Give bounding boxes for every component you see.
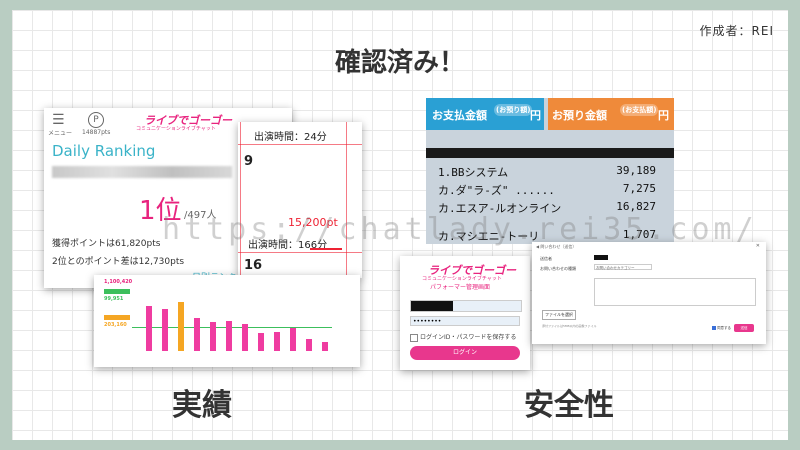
sender-redacted: [594, 255, 608, 260]
chart-bar: [178, 301, 184, 351]
message-textarea[interactable]: [594, 278, 756, 306]
label-safety: 安全性: [524, 388, 614, 423]
chart-value-orange: 203,160: [104, 322, 127, 328]
password-input[interactable]: ••••••••: [410, 316, 520, 326]
label-results: 実績: [172, 388, 232, 423]
calendar-screenshot: 出演時間：24分 9 15,200pt 出演時間：166分 16: [238, 122, 362, 278]
close-icon[interactable]: ✕: [756, 243, 760, 249]
sender-label: 送信者: [540, 256, 552, 261]
file-select-button[interactable]: ファイルを選択: [542, 310, 576, 320]
green-badge: [104, 289, 130, 294]
login-screenshot: ライブでゴーゴー コミュニケーションライブチャット パフォーマー管理画面 •••…: [400, 256, 530, 370]
red-underline: [310, 248, 342, 250]
brand-sub-logo: コミュニケーションライブチャット: [136, 126, 216, 132]
inquiry-type-select[interactable]: お問い合わせカテゴリー: [594, 264, 652, 270]
chart-bar: [258, 333, 264, 351]
author-credit: 作成者：REI: [699, 24, 774, 38]
login-id-input[interactable]: [410, 300, 522, 312]
inquiry-form-screenshot: ◀ 問い合わせ（送信） ✕ 送信者 お問い合わせの種類 お問い合わせカテゴリー …: [532, 242, 766, 344]
slide: 作成者：REI 確認済み！ ☰ メニュー P 14887pts ライブでゴーゴー…: [12, 10, 788, 440]
chart-value-green: 99,951: [104, 296, 124, 302]
ranking-title: Daily Ranking: [52, 142, 156, 160]
menu-label: メニュー: [48, 130, 73, 137]
chart-bar: [194, 318, 200, 351]
chart-bar: [306, 339, 312, 351]
chart-bar: [162, 309, 168, 351]
blurred-username: [52, 166, 232, 178]
point-difference: 2位とのポイント差は12,730pts: [52, 257, 185, 267]
inquiry-type-label: お問い合わせの種類: [540, 266, 576, 271]
chart-bar: [146, 306, 152, 351]
payment-header-left: お支払金額 (お預り額) 円: [426, 98, 544, 130]
chart-bar: [322, 342, 328, 351]
calendar-day-16: 16: [244, 258, 263, 273]
points-label: 14887pts: [82, 129, 111, 136]
chart-bar: [226, 321, 232, 351]
remember-checkbox[interactable]: ログインID・パスワードを保存する: [410, 332, 516, 342]
chart-bar: [242, 324, 248, 351]
calendar-day-9: 9: [244, 154, 254, 169]
agree-checkbox[interactable]: 同意する: [712, 326, 731, 331]
send-button[interactable]: 送信: [734, 324, 754, 332]
payment-header-right: お預り金額 (お支払額) 円: [548, 98, 674, 130]
chart-bar: [290, 328, 296, 351]
points-icon: P: [88, 112, 104, 128]
performance-time-top: 出演時間：24分: [254, 132, 327, 143]
page-heading: 確認済み！: [334, 48, 465, 78]
chart-bar: [274, 331, 280, 351]
chart-value-top: 1,100,420: [104, 279, 133, 285]
earned-points: 獲得ポイントは61,820pts: [52, 239, 161, 249]
performer-admin-title: パフォーマー管理画面: [430, 284, 491, 291]
login-button[interactable]: ログイン: [410, 346, 520, 360]
chart-bar: [210, 322, 216, 351]
orange-badge: [104, 315, 130, 320]
attachment-note: 添付ファイルは5MB以内の画像ファイル: [542, 324, 597, 328]
form-topbar: ◀ 問い合わせ（送信）: [536, 244, 577, 249]
bar-chart-screenshot: 1,100,420 99,951 203,160: [94, 275, 360, 367]
login-sub-logo: コミュニケーションライブチャット: [422, 276, 502, 282]
hamburger-menu-icon: ☰: [52, 112, 65, 128]
